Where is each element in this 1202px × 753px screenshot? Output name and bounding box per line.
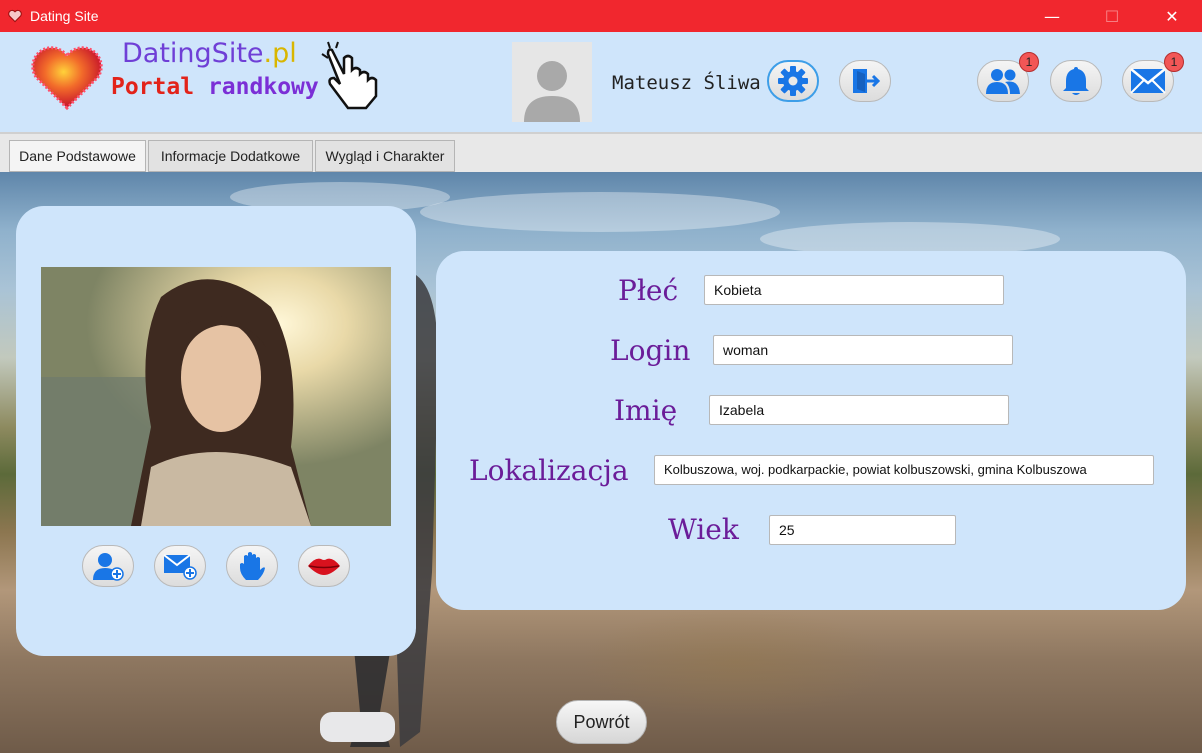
close-button[interactable]: ✕: [1142, 0, 1202, 32]
gender-field[interactable]: Kobieta: [704, 275, 1004, 305]
bell-icon: [1063, 67, 1089, 95]
friends-icon: [986, 69, 1020, 94]
age-label: Wiek: [668, 513, 739, 546]
user-avatar[interactable]: [512, 42, 592, 122]
gear-icon: [778, 66, 808, 96]
login-label: Login: [610, 334, 691, 367]
gender-label: Płeć: [618, 274, 679, 307]
add-friend-icon: [93, 553, 124, 581]
logo-heart-icon: [31, 46, 103, 111]
send-message-button[interactable]: [154, 545, 206, 587]
hand-icon: [240, 552, 265, 580]
tab-informacje-dodatkowe[interactable]: Informacje Dodatkowe: [148, 140, 313, 172]
profile-photo[interactable]: [41, 267, 391, 526]
tab-dane-podstawowe[interactable]: Dane Podstawowe: [9, 140, 146, 172]
location-label: Lokalizacja: [469, 454, 629, 487]
window-title: Dating Site: [30, 8, 99, 24]
logo-site-name: DatingSite.pl: [122, 38, 297, 69]
minimize-button[interactable]: —: [1022, 0, 1082, 32]
maximize-button[interactable]: ☐: [1082, 0, 1142, 32]
login-field[interactable]: woman: [713, 335, 1013, 365]
user-name: Mateusz Śliwa: [612, 72, 761, 94]
logo-tagline: Portal randkowy: [111, 74, 319, 100]
tab-wyglad-i-charakter[interactable]: Wygląd i Charakter: [315, 140, 455, 172]
lips-icon: [308, 558, 340, 575]
location-field[interactable]: Kolbuszowa, woj. podkarpackie, powiat ko…: [654, 455, 1154, 485]
logout-icon: [853, 69, 881, 93]
user-silhouette-icon: [524, 61, 580, 122]
heart-app-icon: [8, 9, 22, 23]
woman-portrait-image: [41, 267, 391, 526]
first-name-field[interactable]: Izabela: [709, 395, 1009, 425]
tab-bar: Dane Podstawowe Informacje Dodatkowe Wyg…: [0, 132, 1202, 172]
kiss-button[interactable]: [298, 545, 350, 587]
logout-button[interactable]: [839, 60, 891, 102]
age-field[interactable]: 25: [769, 515, 956, 545]
mail-add-icon: [163, 554, 197, 580]
window-titlebar: Dating Site — ☐ ✕: [0, 0, 1202, 32]
add-friend-button[interactable]: [82, 545, 134, 587]
app-header: DatingSite.pl Portal randkowy Mateusz Śl…: [0, 32, 1202, 132]
settings-button[interactable]: [767, 60, 819, 102]
messages-badge: 1: [1164, 52, 1184, 72]
mail-icon: [1130, 68, 1166, 94]
notifications-button[interactable]: [1050, 60, 1102, 102]
back-button[interactable]: Powrót: [556, 700, 647, 744]
pointing-hand-icon: [321, 41, 378, 110]
friends-badge: 1: [1019, 52, 1039, 72]
first-name-label: Imię: [614, 394, 678, 427]
wave-button[interactable]: [226, 545, 278, 587]
